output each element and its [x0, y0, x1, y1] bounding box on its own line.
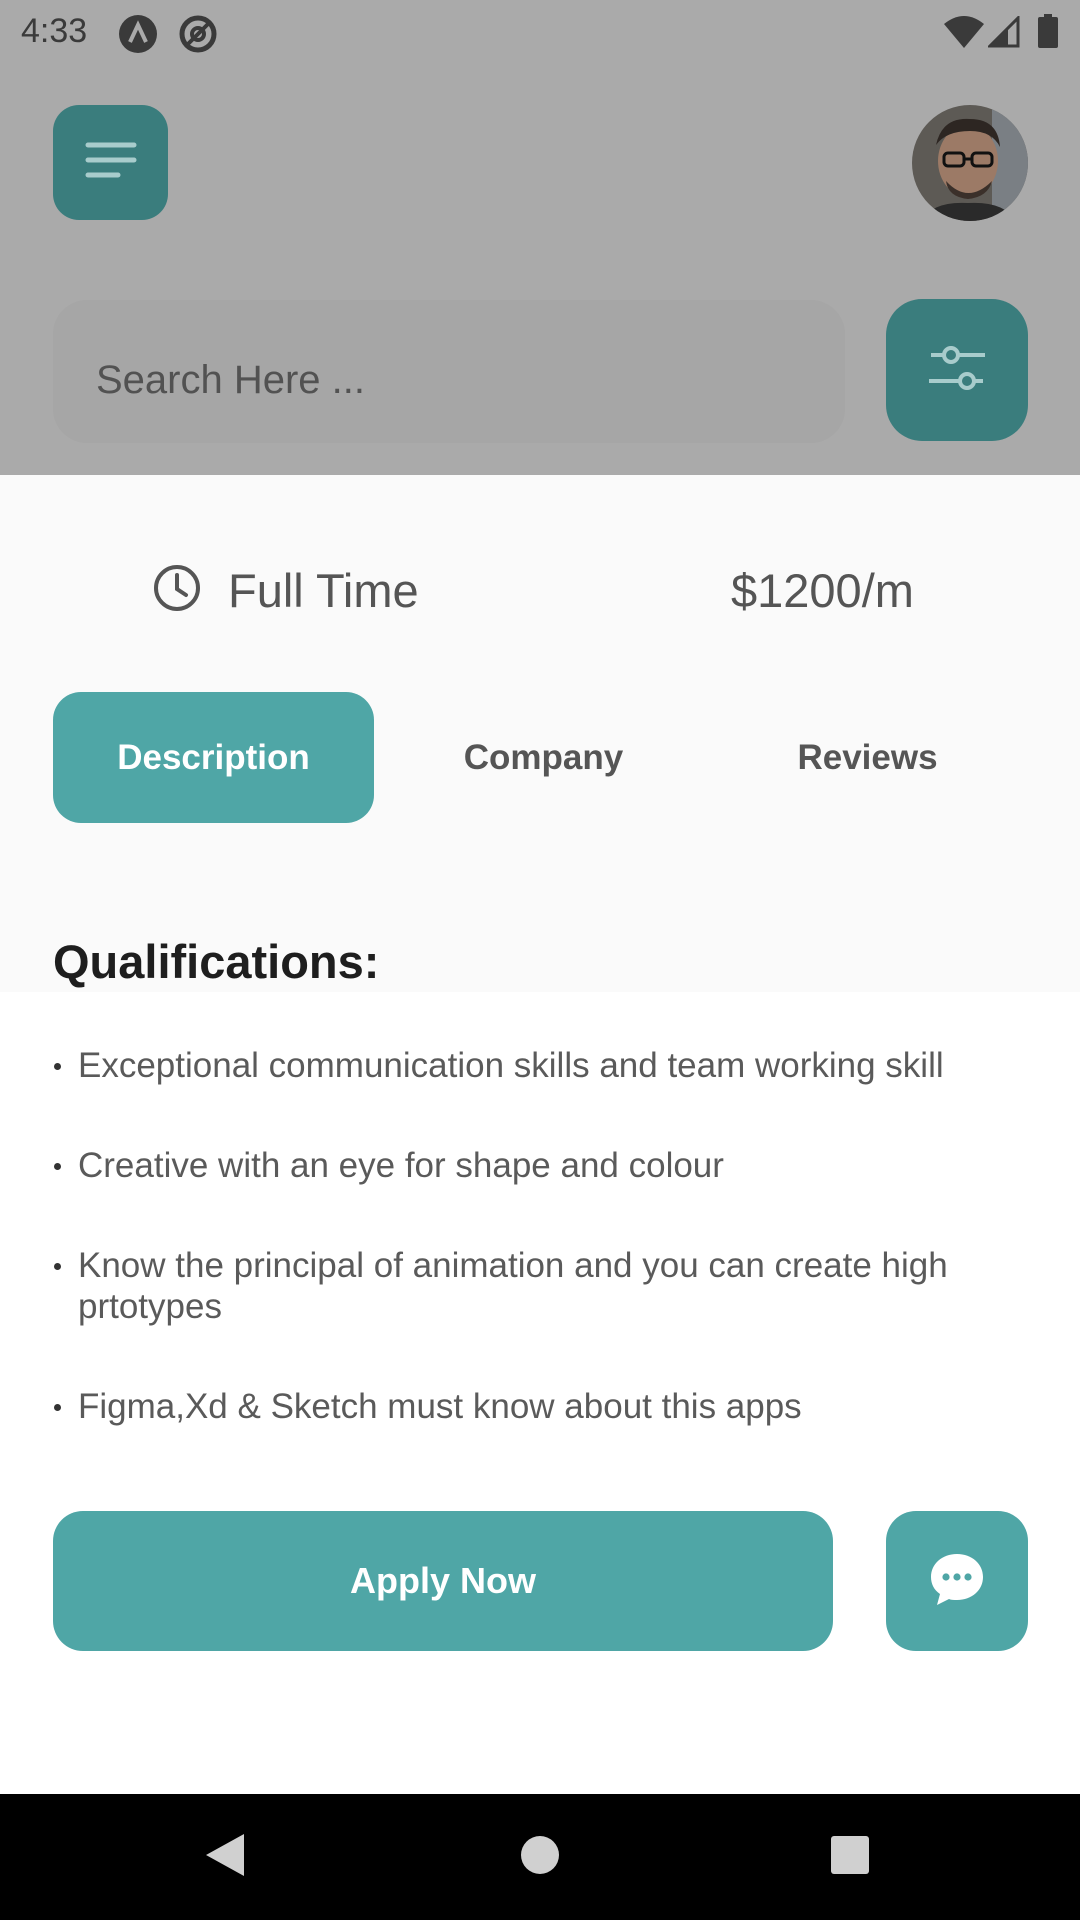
status-bar: 4:33: [0, 0, 1080, 63]
wifi-icon: [944, 16, 984, 53]
list-item: Know the principal of animation and you …: [53, 1245, 993, 1327]
job-salary: $1200/m: [731, 563, 914, 617]
notification-a-icon: [118, 14, 158, 59]
apply-now-button[interactable]: Apply Now: [53, 1511, 833, 1651]
qualifications-title: Qualifications:: [53, 935, 380, 988]
job-detail-sheet: Full Time $1200/m Description Company Re…: [0, 475, 1080, 1794]
hamburger-icon: [85, 140, 137, 185]
detail-tabs: Description Company Reviews: [53, 692, 1028, 823]
chat-button[interactable]: [886, 1511, 1028, 1651]
chat-bubble-icon: [929, 1551, 985, 1612]
menu-button[interactable]: [53, 105, 168, 220]
search-placeholder: Search Here ...: [96, 358, 366, 402]
dimmed-background: 4:33 Search Here ...: [0, 0, 1080, 475]
search-input[interactable]: Search Here ...: [53, 300, 845, 443]
job-type-label: Full Time: [228, 563, 419, 617]
list-item: Figma,Xd & Sketch must know about this a…: [53, 1386, 1013, 1427]
back-button[interactable]: [190, 1794, 260, 1920]
back-triangle-icon: [204, 1832, 246, 1883]
job-type: Full Time: [152, 550, 419, 630]
status-time: 4:33: [21, 12, 88, 50]
battery-icon: [1038, 14, 1058, 53]
notification-at-icon: [178, 14, 218, 59]
filter-button[interactable]: [886, 299, 1028, 441]
home-button[interactable]: [505, 1794, 575, 1920]
list-item: Creative with an eye for shape and colou…: [53, 1145, 1013, 1186]
tab-reviews[interactable]: Reviews: [707, 692, 1028, 823]
user-avatar[interactable]: [912, 105, 1028, 221]
recents-button[interactable]: [815, 1794, 885, 1920]
home-circle-icon: [520, 1835, 560, 1880]
clock-icon: [152, 563, 202, 618]
qualifications-list: Exceptional communication skills and tea…: [53, 1045, 1013, 1486]
cell-signal-icon: [986, 14, 1020, 53]
system-nav-bar: [0, 1794, 1080, 1920]
tab-description[interactable]: Description: [53, 692, 374, 823]
tab-company[interactable]: Company: [383, 692, 704, 823]
sliders-icon: [929, 343, 985, 398]
recents-square-icon: [830, 1835, 870, 1880]
list-item: Exceptional communication skills and tea…: [53, 1045, 1013, 1086]
